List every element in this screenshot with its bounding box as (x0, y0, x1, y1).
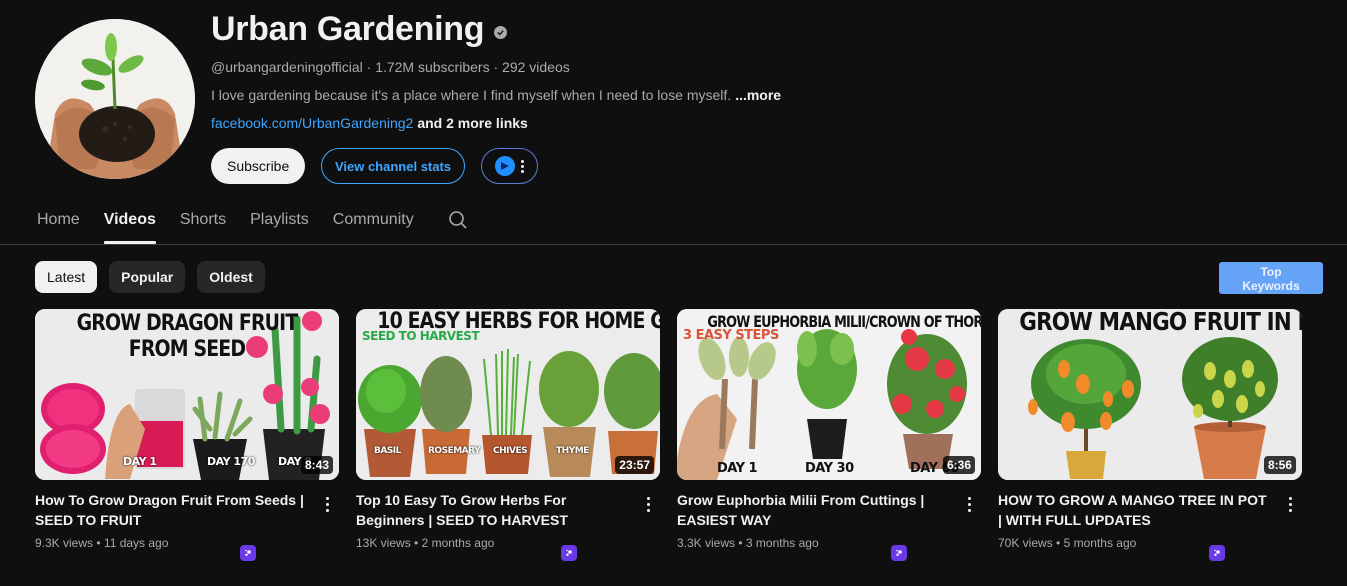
video-card[interactable]: GROW MANGO FRUIT IN POT 8:56 HOW TO GROW… (998, 309, 1302, 561)
tab-playlists[interactable]: Playlists (250, 196, 309, 244)
sort-chips: Latest Popular Oldest (35, 261, 265, 293)
channel-search-button[interactable] (448, 196, 470, 244)
video-menu-button[interactable] (640, 492, 656, 516)
video-menu-button[interactable] (961, 492, 977, 516)
more-vert-icon (521, 159, 524, 173)
subscribe-button[interactable]: Subscribe (211, 148, 305, 184)
channel-avatar (35, 19, 195, 179)
thumbnail-headline: GROW DRAGON FRUIT (76, 311, 299, 336)
tab-videos[interactable]: Videos (103, 196, 157, 244)
video-details: Grow Euphorbia Milii From Cuttings | EAS… (677, 490, 981, 561)
channel-links: facebook.com/UrbanGardening2 and 2 more l… (211, 115, 781, 131)
chip-popular[interactable]: Popular (109, 261, 186, 293)
channel-description[interactable]: I love gardening because it's a place wh… (211, 87, 781, 103)
video-details: HOW TO GROW A MANGO TREE IN POT | WITH F… (998, 490, 1302, 561)
video-meta: 13K views • 2 months ago (356, 536, 495, 550)
chip-latest[interactable]: Latest (35, 261, 98, 293)
video-count: 292 videos (502, 59, 570, 75)
ai-sparkle-icon[interactable] (240, 545, 256, 561)
video-title[interactable]: How To Grow Dragon Fruit From Seeds | SE… (35, 490, 309, 530)
video-card[interactable]: GROW DRAGON FRUIT FROM SEED DAY 1 DAY 17… (35, 309, 339, 561)
video-menu-button[interactable] (1282, 492, 1298, 516)
description-text: I love gardening because it's a place wh… (211, 87, 732, 103)
channel-actions: Subscribe View channel stats (211, 148, 538, 184)
video-details: How To Grow Dragon Fruit From Seeds | SE… (35, 490, 339, 561)
thumbnail-label: DAY 1 (123, 455, 157, 468)
thumbnail-label: CHIVES (493, 446, 528, 456)
video-duration: 23:57 (615, 456, 654, 474)
tab-shorts[interactable]: Shorts (180, 196, 226, 244)
video-duration: 6:36 (942, 456, 975, 474)
extension-menu-button[interactable] (481, 148, 538, 184)
view-count: 9.3K views (35, 536, 94, 550)
tab-home[interactable]: Home (37, 196, 80, 244)
thumbnail-label: BASIL (374, 446, 401, 456)
vidiq-extension-icon (495, 156, 515, 176)
facebook-link[interactable]: facebook.com/UrbanGardening2 (211, 115, 413, 131)
video-duration: 8:56 (1263, 456, 1296, 474)
thumbnail-label: DAY 170 (207, 455, 255, 468)
channel-info: Urban Gardening @urbangardeningofficial … (211, 10, 781, 131)
search-icon (448, 211, 467, 229)
upload-age: 5 months ago (1063, 536, 1137, 550)
video-thumbnail[interactable]: GROW DRAGON FRUIT FROM SEED DAY 1 DAY 17… (35, 309, 339, 480)
tabs-divider (0, 244, 1347, 245)
upload-age: 2 months ago (421, 536, 495, 550)
video-title[interactable]: Grow Euphorbia Milii From Cuttings | EAS… (677, 490, 951, 530)
channel-meta: @urbangardeningofficial · 1.72M subscrib… (211, 59, 570, 75)
view-channel-stats-button[interactable]: View channel stats (321, 148, 465, 184)
channel-handle: @urbangardeningofficial (211, 59, 363, 75)
thumbnail-label: ROSEMARY (428, 446, 481, 456)
video-card[interactable]: 10 EASY HERBS FOR HOME GARDEN SEED TO HA… (356, 309, 660, 561)
upload-age: 3 months ago (745, 536, 819, 550)
upload-age: 11 days ago (103, 536, 169, 550)
video-title[interactable]: Top 10 Easy To Grow Herbs For Beginners … (356, 490, 630, 530)
tab-community[interactable]: Community (333, 196, 414, 244)
view-count: 3.3K views (677, 536, 736, 550)
video-duration: 8:43 (300, 456, 333, 474)
video-meta: 9.3K views • 11 days ago (35, 536, 169, 550)
video-details: Top 10 Easy To Grow Herbs For Beginners … (356, 490, 660, 561)
thumbnail-label: DAY 1 (717, 461, 758, 476)
view-count: 70K views (998, 536, 1053, 550)
thumbnail-headline: FROM SEED (128, 337, 246, 362)
video-grid: GROW DRAGON FRUIT FROM SEED DAY 1 DAY 17… (35, 309, 1302, 561)
chip-oldest[interactable]: Oldest (197, 261, 265, 293)
ai-sparkle-icon[interactable] (561, 545, 577, 561)
channel-title: Urban Gardening (211, 10, 485, 48)
thumbnail-subheadline: 3 EASY STEPS (683, 328, 779, 343)
verified-badge-icon (494, 26, 508, 39)
thumbnail-label: THYME (556, 446, 589, 456)
thumbnail-label: DAY 30 (805, 461, 854, 476)
video-thumbnail[interactable]: GROW MANGO FRUIT IN POT 8:56 (998, 309, 1302, 480)
description-more-link[interactable]: ...more (735, 87, 781, 103)
video-title[interactable]: HOW TO GROW A MANGO TREE IN POT | WITH F… (998, 490, 1272, 530)
video-thumbnail[interactable]: 10 EASY HERBS FOR HOME GARDEN SEED TO HA… (356, 309, 660, 480)
ai-sparkle-icon[interactable] (1209, 545, 1225, 561)
channel-tabs: Home Videos Shorts Playlists Community (37, 196, 470, 244)
top-keywords-button[interactable]: Top Keywords (1219, 262, 1323, 294)
thumbnail-headline: GROW MANGO FRUIT IN POT (1019, 309, 1302, 336)
video-thumbnail[interactable]: GROW EUPHORBIA MILII/CROWN OF THORNS PLA… (677, 309, 981, 480)
ai-sparkle-icon[interactable] (891, 545, 907, 561)
more-links-button[interactable]: and 2 more links (417, 115, 527, 131)
video-meta: 3.3K views • 3 months ago (677, 536, 819, 550)
view-count: 13K views (356, 536, 411, 550)
video-card[interactable]: GROW EUPHORBIA MILII/CROWN OF THORNS PLA… (677, 309, 981, 561)
thumbnail-subheadline: SEED TO HARVEST (362, 329, 480, 343)
subscriber-count: 1.72M subscribers (375, 59, 490, 75)
video-menu-button[interactable] (319, 492, 335, 516)
video-meta: 70K views • 5 months ago (998, 536, 1137, 550)
